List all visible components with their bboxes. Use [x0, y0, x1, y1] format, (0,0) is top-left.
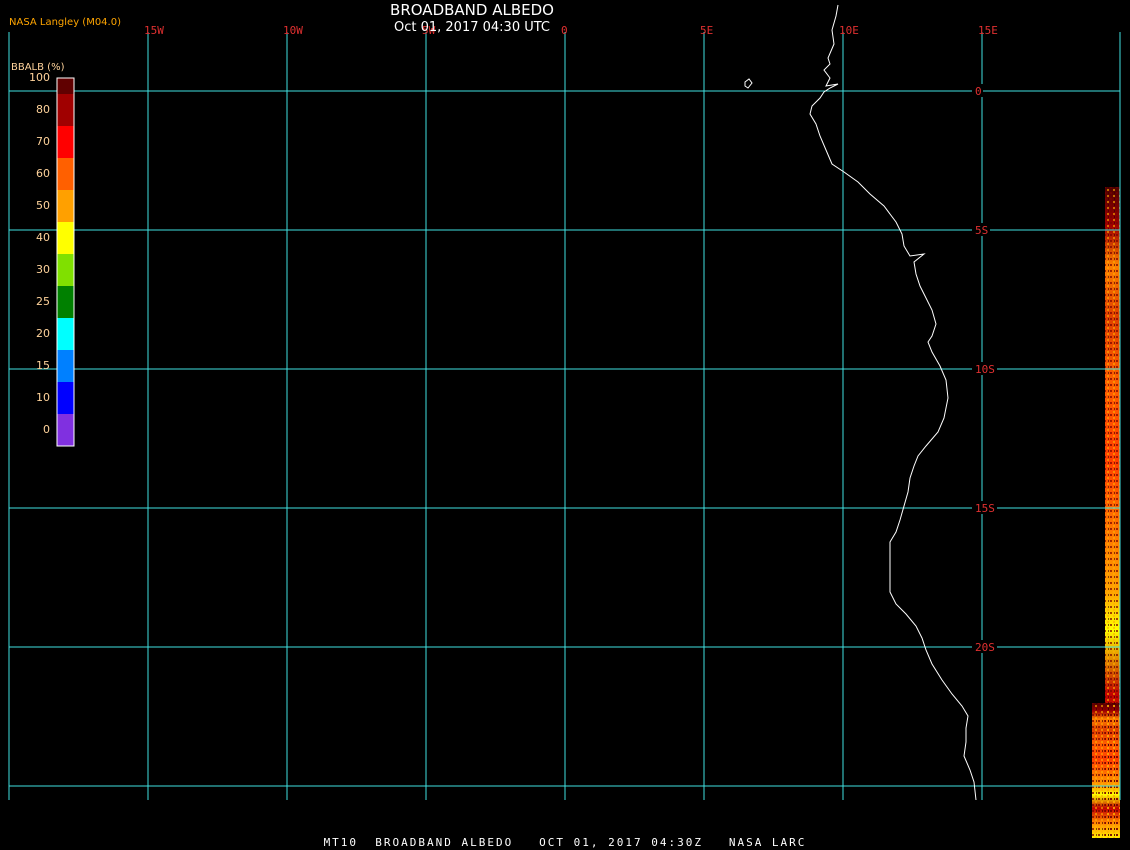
- colorbar-swatch: [57, 350, 74, 382]
- map-datetime: Oct 01, 2017 04:30 UTC: [394, 20, 550, 35]
- albedo-map: 15W 10W 5W 0 5E 10E 15E05S10S15S20S: [0, 0, 1130, 850]
- footer-caption: MT10 BROADBAND ALBEDO OCT 01, 2017 04:30…: [323, 836, 807, 849]
- colorbar-tick-label: 20: [36, 327, 50, 340]
- colorbar-swatch: [57, 158, 74, 190]
- latitude-label: 0: [975, 85, 982, 98]
- colorbar-tick-label: 40: [36, 231, 50, 244]
- latitude-label: 15S: [975, 502, 995, 515]
- colorbar-swatch: [57, 222, 74, 254]
- colorbar-swatch: [57, 78, 74, 94]
- colorbar-tick-label: 15: [36, 359, 50, 372]
- colorbar: [56, 77, 75, 447]
- colorbar-swatch: [57, 94, 74, 126]
- colorbar-swatch: [57, 414, 74, 446]
- colorbar-swatch: [57, 254, 74, 286]
- colorbar-tick-label: 60: [36, 167, 50, 180]
- colorbar-swatch: [57, 286, 74, 318]
- colorbar-swatch: [57, 382, 74, 414]
- credit-label: NASA Langley (M04.0): [9, 17, 121, 28]
- colorbar-tick-label: 10: [36, 391, 50, 404]
- longitude-label: 15E: [978, 24, 998, 37]
- latitude-label: 5S: [975, 224, 988, 237]
- colorbar-tick-label: 70: [36, 135, 50, 148]
- colorbar-tick-label: 100: [29, 71, 50, 84]
- colorbar-swatch: [57, 126, 74, 158]
- colorbar-tick-label: 80: [36, 103, 50, 116]
- colorbar-tick-label: 25: [36, 295, 50, 308]
- colorbar-swatch: [57, 318, 74, 350]
- colorbar-tick-label: 0: [43, 423, 50, 436]
- latitude-label: 20S: [975, 641, 995, 654]
- latitude-label: 10S: [975, 363, 995, 376]
- colorbar-tick-label: 50: [36, 199, 50, 212]
- colorbar-tick-label: 30: [36, 263, 50, 276]
- colorbar-swatch: [57, 190, 74, 222]
- map-title: BROADBAND ALBEDO: [390, 1, 554, 19]
